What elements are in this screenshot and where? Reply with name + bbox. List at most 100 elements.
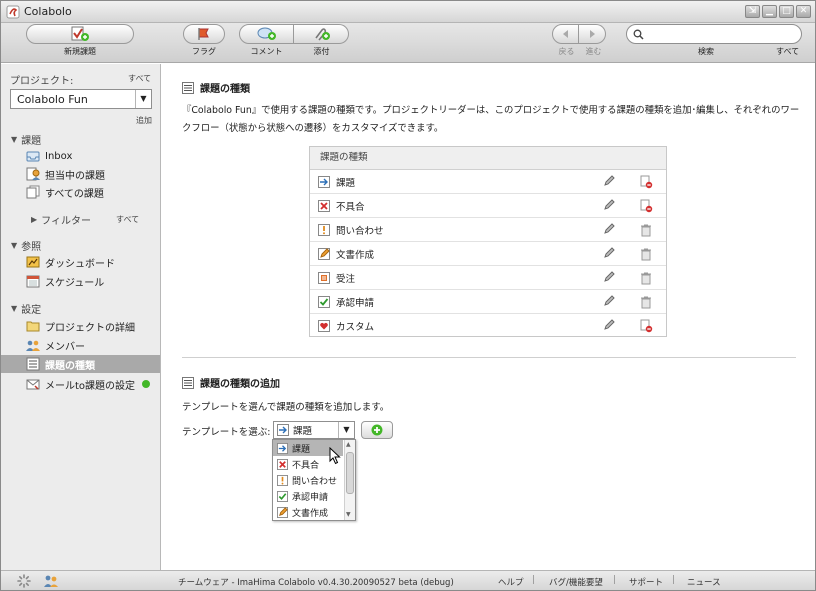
- bug-report-link[interactable]: バグ/機能要望: [549, 576, 603, 588]
- flag-button[interactable]: [183, 24, 225, 44]
- scroll-thumb[interactable]: [346, 452, 354, 494]
- order-type-icon: [318, 271, 330, 284]
- comment-button[interactable]: [239, 24, 294, 44]
- news-link[interactable]: ニュース: [687, 576, 721, 588]
- flag-icon: [198, 28, 209, 40]
- sidebar-item-mail-to-issue[interactable]: メールto課題の設定: [1, 375, 160, 393]
- comment-attach-group: [239, 24, 349, 44]
- sidebar-item-issue-types[interactable]: 課題の種類: [1, 355, 160, 373]
- pencil-icon[interactable]: [603, 199, 615, 211]
- issue-types-description: 『Colabolo Fun』で使用する課題の種類です。プロジェクトリーダーは、こ…: [182, 105, 800, 134]
- scroll-up-icon[interactable]: ▲: [346, 441, 351, 448]
- inquiry-type-icon: [318, 223, 330, 236]
- dashboard-icon: [26, 256, 40, 268]
- template-select[interactable]: 課題 ▼: [273, 421, 355, 439]
- type-name: カスタム: [336, 322, 375, 333]
- table-row: 問い合わせ: [310, 218, 666, 242]
- window-title: Colabolo: [24, 5, 72, 18]
- sidebar-item-project-details[interactable]: プロジェクトの詳細: [1, 317, 160, 335]
- project-add-link[interactable]: 追加: [136, 115, 152, 126]
- list-icon: [182, 81, 194, 94]
- option-label: 課題: [292, 444, 311, 455]
- forward-button[interactable]: [579, 24, 606, 44]
- table-row: 承認申請: [310, 290, 666, 314]
- search-box[interactable]: [626, 24, 802, 44]
- scroll-down-icon[interactable]: ▼: [346, 511, 351, 518]
- pencil-icon[interactable]: [603, 295, 615, 307]
- back-label: 戻る: [558, 47, 575, 56]
- issue-types-table: 課題の種類 課題 不具合 問い合わせ 文書作成 受注 承認申請 カスタム: [309, 146, 667, 337]
- window-controls: ⇲ ▁ □ ✕: [745, 5, 811, 18]
- comment-icon: [257, 27, 276, 40]
- sidebar-item-label: Inbox: [45, 150, 73, 162]
- window-restore-button[interactable]: ⇲: [745, 5, 760, 18]
- trash-icon[interactable]: [639, 271, 653, 285]
- trash-icon[interactable]: [639, 295, 653, 309]
- help-link[interactable]: ヘルプ: [498, 576, 524, 588]
- sidebar-item-schedule[interactable]: スケジュール: [1, 272, 160, 290]
- sidebar-item-members[interactable]: メンバー: [1, 336, 160, 354]
- delete-icon[interactable]: [639, 199, 653, 213]
- filter-label: フィルター: [41, 216, 91, 227]
- issues-section-header[interactable]: ▼ 課題: [11, 132, 41, 147]
- dropdown-option[interactable]: 問い合わせ: [273, 472, 343, 488]
- separator: |: [613, 575, 616, 585]
- sidebar-item-all-issues[interactable]: すべての課題: [1, 183, 160, 201]
- pencil-icon[interactable]: [603, 247, 615, 259]
- settings-section-header[interactable]: ▼ 設定: [11, 301, 41, 316]
- search-input[interactable]: [647, 27, 797, 41]
- sidebar-item-label: 課題の種類: [45, 360, 95, 372]
- attach-button[interactable]: [294, 24, 349, 44]
- add-type-heading: 課題の種類の追加: [182, 375, 280, 390]
- support-link[interactable]: サポート: [629, 576, 663, 588]
- back-button[interactable]: [552, 24, 579, 44]
- users-status-icon[interactable]: [43, 574, 59, 588]
- dropdown-option[interactable]: 承認申請: [273, 488, 343, 504]
- window-minimize-button[interactable]: ▁: [762, 5, 777, 18]
- add-type-button[interactable]: [361, 421, 393, 439]
- option-label: 文書作成: [292, 508, 329, 519]
- bug-type-icon: [318, 199, 330, 212]
- project-select[interactable]: Colabolo Fun ▼: [10, 89, 152, 109]
- table-row: 不具合: [310, 194, 666, 218]
- delete-icon[interactable]: [639, 319, 653, 333]
- filter-section-header[interactable]: ▶ フィルター: [31, 212, 91, 227]
- table-row: 受注: [310, 266, 666, 290]
- new-issue-label: 新規課題: [64, 47, 96, 56]
- template-select-value: 課題: [293, 426, 313, 437]
- pencil-icon[interactable]: [603, 175, 615, 187]
- window-close-button[interactable]: ✕: [796, 5, 811, 18]
- table-row: 文書作成: [310, 242, 666, 266]
- status-bar: チームウェア - ImaHima Colabolo v0.4.30.200905…: [1, 570, 815, 590]
- calendar-icon: [26, 275, 40, 288]
- issue-types-heading: 課題の種類: [182, 80, 250, 95]
- type-name: 文書作成: [336, 249, 375, 261]
- type-name: 承認申請: [336, 297, 375, 309]
- sidebar-item-inbox[interactable]: Inbox: [1, 147, 160, 165]
- sidebar-item-label: プロジェクトの詳細: [45, 322, 135, 334]
- window-maximize-button[interactable]: □: [779, 5, 794, 18]
- members-icon: [26, 340, 40, 351]
- dropdown-option[interactable]: 文書作成: [273, 504, 343, 520]
- pencil-icon[interactable]: [603, 271, 615, 283]
- pencil-icon[interactable]: [603, 319, 615, 331]
- colabolo-logo-icon: [6, 5, 20, 19]
- sidebar-item-dashboard[interactable]: ダッシュボード: [1, 253, 160, 271]
- search-all-link[interactable]: すべて: [776, 46, 799, 57]
- trash-icon[interactable]: [639, 247, 653, 261]
- ref-section-header[interactable]: ▼ 参照: [11, 238, 41, 253]
- template-dropdown-list[interactable]: 課題 不具合 問い合わせ 承認申請 文書作成 ▲ ▼: [272, 439, 356, 521]
- new-issue-button[interactable]: [26, 24, 134, 44]
- history-nav-group: [552, 24, 606, 44]
- trash-icon[interactable]: [639, 223, 653, 237]
- delete-icon[interactable]: [639, 175, 653, 189]
- pencil-icon[interactable]: [603, 223, 615, 235]
- filter-all-link[interactable]: すべて: [116, 214, 139, 225]
- chevron-down-icon: ▼: [338, 422, 354, 438]
- project-all-link[interactable]: すべて: [128, 73, 151, 84]
- template-label: テンプレートを選ぶ:: [182, 427, 271, 438]
- dropdown-scrollbar[interactable]: ▲ ▼: [344, 440, 355, 520]
- sidebar-item-assigned[interactable]: 担当中の課題: [1, 165, 160, 183]
- toolbar: 新規課題 フラグ コメント 添付 戻る 進む 検索 すべて: [1, 23, 815, 63]
- expand-triangle-icon: ▼: [11, 135, 18, 144]
